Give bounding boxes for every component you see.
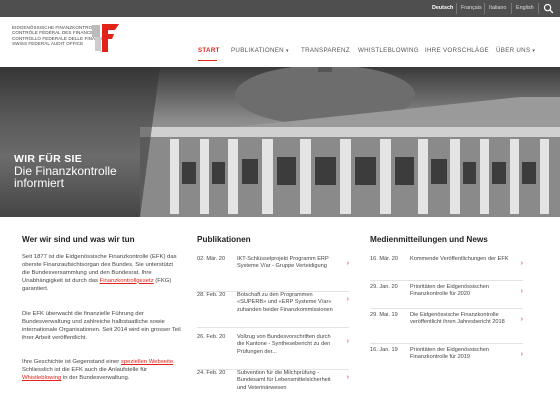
news-title: Prioritäten der Eidgenössischen Finanzko… xyxy=(410,284,489,298)
about-text: in der Bundesverwaltung. xyxy=(61,374,130,381)
divider xyxy=(197,327,349,328)
hero-subtitle: Die Finanzkontrolle informiert xyxy=(14,164,117,190)
chevron-right-icon: › xyxy=(346,296,349,303)
publication-item[interactable]: 02. Mär. 20 IKT-Schlüsselprojekt Program… xyxy=(197,256,349,292)
publication-item[interactable]: 26. Feb. 20 Vollzug von Bundesvorschrift… xyxy=(197,334,349,370)
lang-francais[interactable]: Français xyxy=(461,5,482,11)
news-item[interactable]: 29. Jan. 20 Prioritäten der Eidgenössisc… xyxy=(370,284,523,309)
news-title: Kommende Veröffentlichungen der EFK xyxy=(410,256,509,262)
news-date: 16. Mär. 20 xyxy=(370,256,398,262)
divider xyxy=(538,3,539,14)
language-bar: Deutsch Français Italiano English xyxy=(0,0,560,17)
nav-whistleblowing[interactable]: WHISTLEBLOWING xyxy=(358,47,419,54)
hero-building-image xyxy=(0,67,560,217)
divider xyxy=(370,280,523,281)
chevron-right-icon: › xyxy=(520,288,523,295)
publication-title: Vollzug von Bundesvorschriften durch die… xyxy=(237,334,331,355)
news-item[interactable]: 16. Mär. 20 Kommende Veröffentlichungen … xyxy=(370,256,523,281)
publication-item[interactable]: 24. Feb. 20 Subvention für die Milchprüf… xyxy=(197,370,349,406)
publication-date: 26. Feb. 20 xyxy=(197,334,226,340)
divider xyxy=(370,343,523,344)
medien-title: Medienmitteilungen und News xyxy=(370,235,488,244)
publication-title: Botschaft zu den Programmen «SUPERB» und… xyxy=(237,292,333,313)
chevron-down-icon: ▾ xyxy=(285,48,289,54)
divider xyxy=(370,308,523,309)
news-item[interactable]: 16. Jan. 19 Prioritäten der Eidgenössisc… xyxy=(370,347,523,372)
about-paragraph-3: Ihre Geschichte ist Gegenstand einer spe… xyxy=(22,359,182,383)
lang-deutsch[interactable]: Deutsch xyxy=(432,5,453,11)
search-icon[interactable] xyxy=(543,3,554,14)
whistleblowing-link[interactable]: Whistleblowing xyxy=(22,375,61,381)
nav-ueber-uns[interactable]: ÜBER UNS ▾ xyxy=(496,47,535,54)
chevron-right-icon: › xyxy=(520,260,523,267)
chevron-right-icon: › xyxy=(520,351,523,358)
about-paragraph-2: Die EFK überwacht die finanzielle Führun… xyxy=(22,311,181,341)
nav-publikationen-label: PUBLIKATIONEN xyxy=(231,47,284,54)
news-title: Prioritäten der Eidgenössischen Finanzko… xyxy=(410,347,489,361)
about-title: Wer wir sind und was wir tun xyxy=(22,235,135,244)
publication-title: IKT-Schlüsselprojekt Programm ERP System… xyxy=(237,256,329,270)
publication-date: 24. Feb. 20 xyxy=(197,370,226,376)
divider xyxy=(511,3,512,14)
chevron-right-icon: › xyxy=(346,338,349,345)
divider xyxy=(456,3,457,14)
publication-title: Subvention für die Milchprüfung - Bundes… xyxy=(237,370,331,391)
chevron-right-icon: › xyxy=(346,260,349,267)
chevron-right-icon: › xyxy=(520,316,523,323)
efk-logo-mark[interactable] xyxy=(92,21,120,55)
publikationen-title: Publikationen xyxy=(197,235,251,244)
about-text: Ihre Geschichte ist Gegenstand einer xyxy=(22,359,121,365)
finanzkontrollgesetz-link[interactable]: Finanzkontrollgesetz xyxy=(100,278,154,284)
publication-item[interactable]: 28. Feb. 20 Botschaft zu den Programmen … xyxy=(197,292,349,328)
news-date: 16. Jan. 19 xyxy=(370,347,398,353)
lang-english[interactable]: English xyxy=(516,5,534,11)
spezielle-webseite-link[interactable]: speziellen Webseite xyxy=(121,359,173,365)
nav-publikationen[interactable]: PUBLIKATIONEN ▾ xyxy=(231,47,289,54)
hero-banner: WIR FÜR SIE Die Finanzkontrolle informie… xyxy=(0,67,560,217)
chevron-right-icon: › xyxy=(346,374,349,381)
nav-active-indicator xyxy=(198,60,217,62)
chevron-down-icon: ▾ xyxy=(532,48,536,54)
news-date: 29. Jan. 20 xyxy=(370,284,398,290)
nav-ihre-vorschlaege[interactable]: IHRE VORSCHLÄGE xyxy=(425,47,489,54)
news-item[interactable]: 29. Mai. 19 Die Eidgenössische Finanzkon… xyxy=(370,312,523,344)
nav-start[interactable]: START xyxy=(198,47,220,54)
nav-transparenz[interactable]: TRANSPARENZ xyxy=(301,47,350,54)
publication-date: 28. Feb. 20 xyxy=(197,292,226,298)
news-date: 29. Mai. 19 xyxy=(370,312,398,318)
nav-ueber-uns-label: ÜBER UNS xyxy=(496,47,531,54)
publication-date: 02. Mär. 20 xyxy=(197,256,225,262)
divider xyxy=(484,3,485,14)
about-paragraph-1: Seit 1877 ist die Eidgenössische Finanzk… xyxy=(22,254,182,294)
news-title: Die Eidgenössische Finanzkontrolle veröf… xyxy=(410,312,505,326)
lang-italiano[interactable]: Italiano xyxy=(489,5,506,11)
